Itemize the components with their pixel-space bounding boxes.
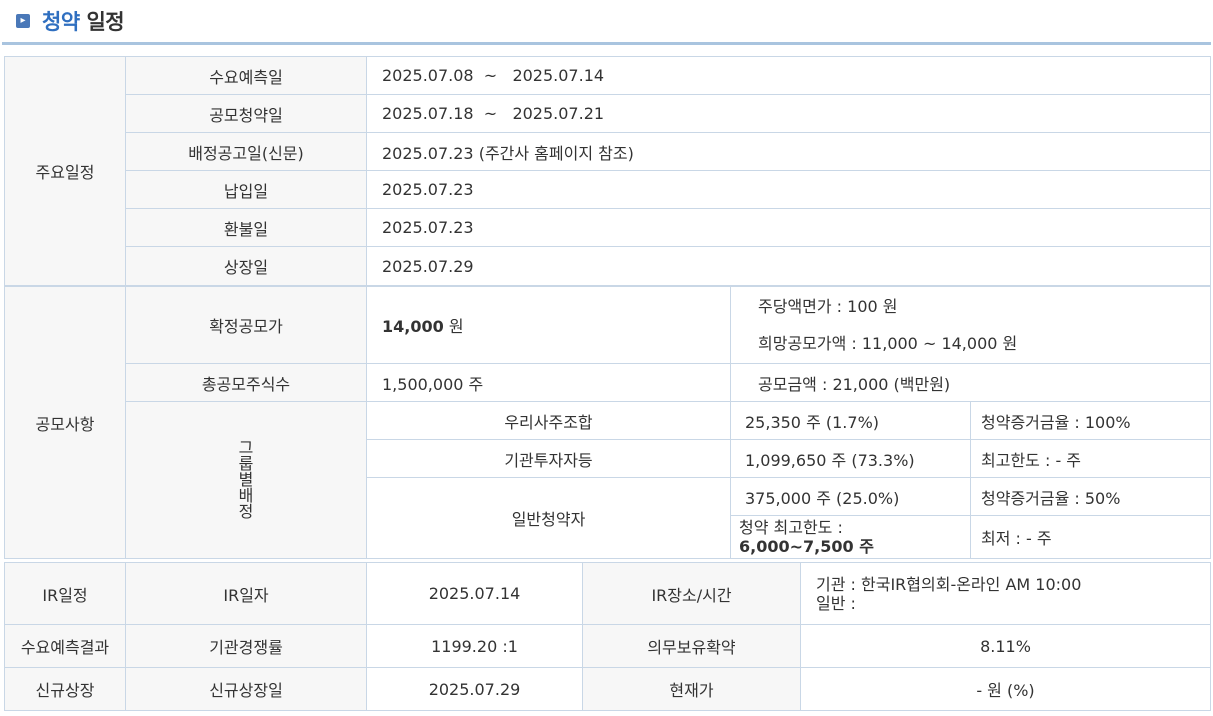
offering-amount: 공모금액 : 21,000 (백만원) xyxy=(730,363,1211,402)
schedule-section-label: 주요일정 xyxy=(4,56,126,286)
par-value: 주당액면가 : 100 원 xyxy=(758,297,898,316)
group-allocation-vertical-text: 그룹별배정 xyxy=(238,437,254,521)
demand-forecast-date-value: 2025.07.08 ~ 2025.07.14 xyxy=(366,56,1211,95)
ir-date-value: 2025.07.14 xyxy=(366,562,583,625)
table-row: 공모청약일 2025.07.18 ~ 2025.07.21 xyxy=(5,94,1211,133)
demand-section-label: 수요예측결과 xyxy=(4,624,126,668)
group-name-retail: 일반청약자 xyxy=(366,477,731,559)
subscription-date-label: 공모청약일 xyxy=(125,94,367,133)
group-shares-institution: 1,099,650 주 (73.3%) xyxy=(730,439,971,478)
payment-date-value: 2025.07.23 xyxy=(366,170,1211,209)
refund-date-value: 2025.07.23 xyxy=(366,208,1211,247)
fixed-price-label: 확정공모가 xyxy=(125,286,367,364)
table-row: 그룹별배정 우리사주조합 25,350 주 (1.7%) 청약증거금율 : 10… xyxy=(5,401,1211,559)
desired-price-range: 희망공모가액 : 11,000 ~ 14,000 원 xyxy=(758,334,1018,353)
refund-date-label: 환불일 xyxy=(125,208,367,247)
ir-place-label: IR장소/시간 xyxy=(582,562,801,625)
group-allocation-label: 그룹별배정 xyxy=(125,401,367,559)
table-row: 신규상장 신규상장일 2025.07.29 현재가 - 원 (%) xyxy=(4,667,1211,711)
fixed-price-unit: 원 xyxy=(448,317,464,336)
section-header: ▸ 청약 일정 xyxy=(2,0,1211,45)
group-shares-retail: 375,000 주 (25.0%) xyxy=(730,477,971,516)
ir-date-label: IR일자 xyxy=(125,562,367,625)
offering-table: 공모사항 확정공모가 14,000 원 주당액면가 : 100 원 희망공모가액… xyxy=(4,286,1211,559)
new-listing-date-label: 신규상장일 xyxy=(125,667,367,711)
retail-min-limit: 최저 : - 주 xyxy=(970,515,1211,559)
table-row: 상장일 2025.07.29 xyxy=(5,246,1211,286)
group-name-institution: 기관투자자등 xyxy=(366,439,731,478)
listing-date-label: 상장일 xyxy=(125,246,367,286)
fixed-price-number: 14,000 xyxy=(382,317,444,336)
ir-section-label: IR일정 xyxy=(4,562,126,625)
ir-place-institution: 기관 : 한국IR협의회-온라인 AM 10:00 xyxy=(816,574,1082,594)
total-shares-value: 1,500,000 주 xyxy=(366,363,731,402)
fixed-price-value: 14,000 원 xyxy=(366,286,731,364)
group-note-institution: 최고한도 : - 주 xyxy=(970,439,1211,478)
arrow-box-icon: ▸ xyxy=(16,14,30,28)
table-row: 납입일 2025.07.23 xyxy=(5,170,1211,209)
listing-date-value: 2025.07.29 xyxy=(366,246,1211,286)
current-price-label: 현재가 xyxy=(582,667,801,711)
page-title: 청약 일정 xyxy=(42,6,125,36)
current-price-value: - 원 (%) xyxy=(800,667,1211,711)
group-name-employee: 우리사주조합 xyxy=(366,401,731,440)
table-row: 공모사항 확정공모가 14,000 원 주당액면가 : 100 원 희망공모가액… xyxy=(4,286,1211,559)
retail-max-limit-value: 6,000~7,500 주 xyxy=(739,537,874,556)
allotment-notice-date-value: 2025.07.23 (주간사 홈페이지 참조) xyxy=(366,132,1211,171)
table-row: 환불일 2025.07.23 xyxy=(5,208,1211,247)
table-row: 주요일정 수요예측일 2025.07.08 ~ 2025.07.14 xyxy=(4,56,1211,286)
table-row: IR일정 IR일자 2025.07.14 IR장소/시간 기관 : 한국IR협의… xyxy=(4,562,1211,625)
ir-place-value: 기관 : 한국IR협의회-온라인 AM 10:00 일반 : xyxy=(800,562,1211,625)
retail-max-limit: 청약 최고한도 : 6,000~7,500 주 xyxy=(730,515,971,559)
group-note-retail: 청약증거금율 : 50% xyxy=(970,477,1211,516)
page-title-rest: 일정 xyxy=(86,10,125,34)
price-details: 주당액면가 : 100 원 희망공모가액 : 11,000 ~ 14,000 원 xyxy=(730,286,1211,364)
table-row: 총공모주식수 1,500,000 주 공모금액 : 21,000 (백만원) xyxy=(5,363,1211,402)
total-shares-label: 총공모주식수 xyxy=(125,363,367,402)
competition-rate-value: 1199.20 :1 xyxy=(366,624,583,668)
allotment-notice-date-label: 배정공고일(신문) xyxy=(125,132,367,171)
group-shares-employee: 25,350 주 (1.7%) xyxy=(730,401,971,440)
group-note-employee: 청약증거금율 : 100% xyxy=(970,401,1211,440)
lockup-rate-label: 의무보유확약 xyxy=(582,624,801,668)
ir-place-retail: 일반 : xyxy=(816,593,856,613)
listing-section-label: 신규상장 xyxy=(4,667,126,711)
demand-forecast-date-label: 수요예측일 xyxy=(125,56,367,95)
competition-rate-label: 기관경쟁률 xyxy=(125,624,367,668)
new-listing-date-value: 2025.07.29 xyxy=(366,667,583,711)
retail-max-limit-label: 청약 최고한도 : xyxy=(739,518,843,537)
page-title-accent: 청약 xyxy=(42,10,80,34)
lockup-rate-value: 8.11% xyxy=(800,624,1211,668)
offering-section-label: 공모사항 xyxy=(4,286,126,559)
schedule-table: 주요일정 수요예측일 2025.07.08 ~ 2025.07.14 공모청약일… xyxy=(4,56,1211,286)
table-row: 수요예측결과 기관경쟁률 1199.20 :1 의무보유확약 8.11% xyxy=(4,624,1211,668)
subscription-date-value: 2025.07.18 ~ 2025.07.21 xyxy=(366,94,1211,133)
table-row: 배정공고일(신문) 2025.07.23 (주간사 홈페이지 참조) xyxy=(5,132,1211,171)
results-table: IR일정 IR일자 2025.07.14 IR장소/시간 기관 : 한국IR협의… xyxy=(4,562,1211,711)
payment-date-label: 납입일 xyxy=(125,170,367,209)
